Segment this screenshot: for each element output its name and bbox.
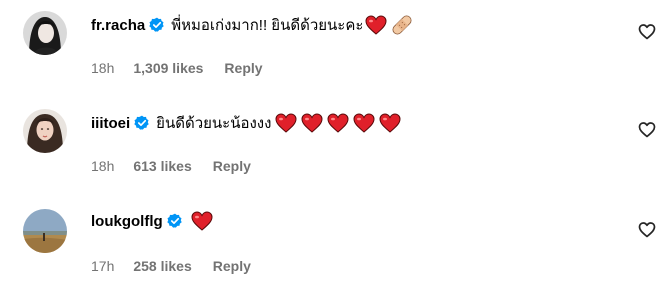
- timestamp[interactable]: 18h: [91, 158, 114, 174]
- likes-count[interactable]: 613 likes: [133, 158, 191, 174]
- comment-header: iiitoei ยินดีด้วยนะน้องงง: [91, 111, 401, 135]
- red-heart-icon: [353, 113, 375, 133]
- adhesive-bandage-icon: [392, 15, 412, 35]
- avatar[interactable]: [23, 109, 67, 153]
- comment-header: fr.racha พี่หมอเก่งมาก!! ยินดีด้วยนะคะ: [91, 13, 414, 37]
- verified-badge-icon: [134, 115, 149, 130]
- red-heart-icon: [379, 113, 401, 133]
- red-heart-icon: [191, 211, 213, 231]
- heart-outline-icon[interactable]: [638, 121, 656, 139]
- comment-meta: 18h 1,309 likes Reply: [91, 59, 263, 77]
- comment-text: พี่หมอเก่งมาก!! ยินดีด้วยนะคะ: [171, 17, 364, 34]
- red-heart-icon: [365, 15, 387, 35]
- username[interactable]: loukgolflg: [91, 213, 163, 230]
- reply-button[interactable]: Reply: [224, 60, 262, 76]
- comment-item: fr.racha พี่หมอเก่งมาก!! ยินดีด้วยนะคะ 1…: [0, 0, 670, 90]
- comment-meta: 17h 258 likes Reply: [91, 257, 251, 275]
- timestamp[interactable]: 17h: [91, 258, 114, 274]
- username[interactable]: iiitoei: [91, 115, 130, 132]
- avatar[interactable]: [23, 11, 67, 55]
- username[interactable]: fr.racha: [91, 17, 145, 34]
- comment-item: loukgolflg 17h 258 likes Reply: [0, 198, 670, 288]
- red-heart-icon: [327, 113, 349, 133]
- comment-text: ยินดีด้วยนะน้องงง: [156, 115, 272, 132]
- red-heart-icon: [275, 113, 297, 133]
- verified-badge-icon: [166, 213, 182, 228]
- reply-button[interactable]: Reply: [213, 158, 251, 174]
- avatar[interactable]: [23, 209, 67, 253]
- verified-badge-icon: [149, 17, 164, 32]
- timestamp[interactable]: 18h: [91, 60, 114, 76]
- reply-button[interactable]: Reply: [213, 258, 251, 274]
- likes-count[interactable]: 258 likes: [133, 258, 191, 274]
- red-heart-icon: [301, 113, 323, 133]
- comment-item: iiitoei ยินดีด้วยนะน้องงง 18h 613 likes …: [0, 98, 670, 188]
- heart-outline-icon[interactable]: [638, 23, 656, 41]
- heart-outline-icon[interactable]: [638, 221, 656, 239]
- comment-meta: 18h 613 likes Reply: [91, 157, 251, 175]
- comment-header: loukgolflg: [91, 209, 213, 233]
- likes-count[interactable]: 1,309 likes: [133, 60, 203, 76]
